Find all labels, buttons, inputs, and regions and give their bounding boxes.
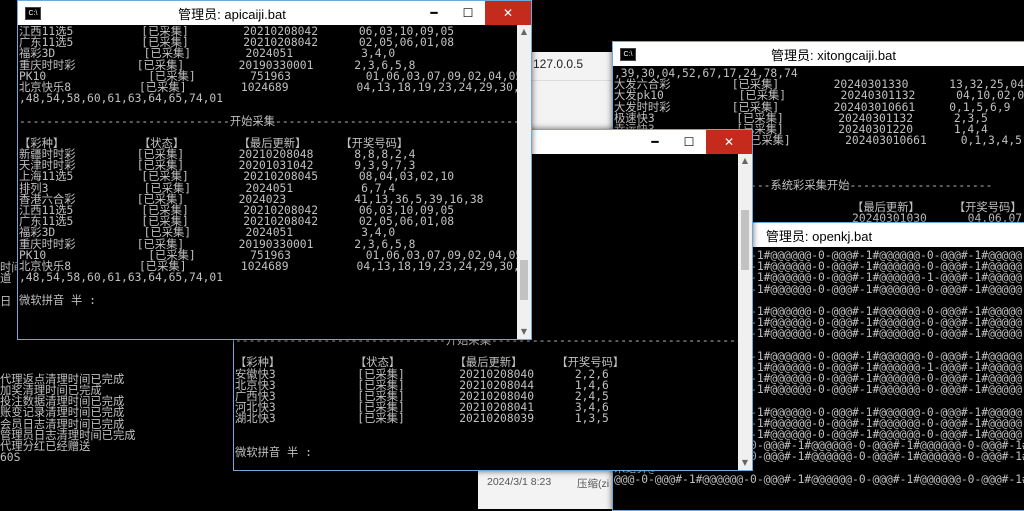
close-button[interactable]: ✕	[706, 130, 752, 154]
scroll-up-icon[interactable]: ▲	[517, 25, 531, 39]
console-line: 湖北快3 [已采集] 20210208039 1,3,5	[235, 412, 609, 426]
console-line: 账变记录清理时间已完成	[0, 406, 125, 420]
console-app-icon: C:\	[25, 6, 41, 20]
console-line: 上海11选5 [已采集] 20210208045 08,04,03,02,10	[19, 170, 455, 184]
scroll-down-icon[interactable]: ▼	[517, 325, 531, 339]
titlebar[interactable]: C:\ 管理员: xitongcaiji.bat	[613, 42, 1024, 66]
scrollbar[interactable]: ▲ ▼	[738, 154, 752, 470]
console-line: 代理分红已经赠送	[0, 440, 91, 453]
titlebar[interactable]: C:\ 管理员: apicaiji.bat ━ ☐ ✕	[18, 1, 531, 25]
console-line: ,48,54,58,60,61,63,64,65,74,01	[19, 92, 224, 106]
minimize-button[interactable]: ━	[417, 1, 451, 25]
console-line: 福彩3D [已采集] 2024051 3,4,0	[19, 47, 396, 61]
console-line: 微软拼音 半 :	[235, 445, 312, 459]
file-type: 压缩(zi	[577, 478, 610, 490]
explorer-file-row: 2024/3/1 8:23 压缩(zi	[478, 466, 618, 509]
console-line: 60S	[0, 451, 21, 465]
explorer-panel: 127.0.0.5	[527, 52, 617, 132]
close-button[interactable]: ✕	[485, 1, 531, 25]
scroll-thumb[interactable]	[741, 210, 749, 270]
scroll-up-icon[interactable]: ▲	[738, 154, 752, 168]
ip-text: 127.0.0.5	[533, 57, 584, 71]
scroll-thumb[interactable]	[520, 260, 528, 300]
console-app-icon: C:\	[620, 47, 636, 61]
minimize-button[interactable]: ━	[638, 130, 672, 154]
console-line: 大发pk10 [已采集] 20240301132 04,10,02,05,06,…	[614, 89, 1024, 103]
window-title: 管理员: xitongcaiji.bat	[771, 47, 896, 63]
console-line: 【彩种】 【状态】 【最后更新】 【开奖号码】	[235, 356, 625, 370]
scrollbar[interactable]: ▲ ▼	[517, 25, 531, 339]
console-line: -------------------------------开始采集-----…	[19, 114, 517, 128]
console-output: 江西11选5 [已采集] 20210208042 06,03,10,09,05 广…	[18, 26, 517, 339]
window-apicaiji[interactable]: C:\ 管理员: apicaiji.bat ━ ☐ ✕ 江西11选5 [已采集]…	[17, 0, 532, 340]
console-line: ,48,54,58,60,61,63,64,65,74,01	[19, 271, 224, 285]
maximize-button[interactable]: ☐	[451, 1, 485, 25]
file-date: 2024/3/1 8:23	[487, 476, 552, 488]
maximize-button[interactable]: ☐	[672, 130, 706, 154]
console-line: 福彩3D [已采集] 2024051 3,4,0	[19, 226, 396, 240]
scroll-down-icon[interactable]: ▼	[738, 456, 752, 470]
console-line: @@@-0-@@@#-1#@@@@@@-0-@@@#-1#@@@@@@-0-@@…	[614, 472, 1024, 486]
console-line: 微软拼音 半 :	[19, 293, 96, 307]
window-title: 管理员: apicaiji.bat	[178, 6, 286, 22]
